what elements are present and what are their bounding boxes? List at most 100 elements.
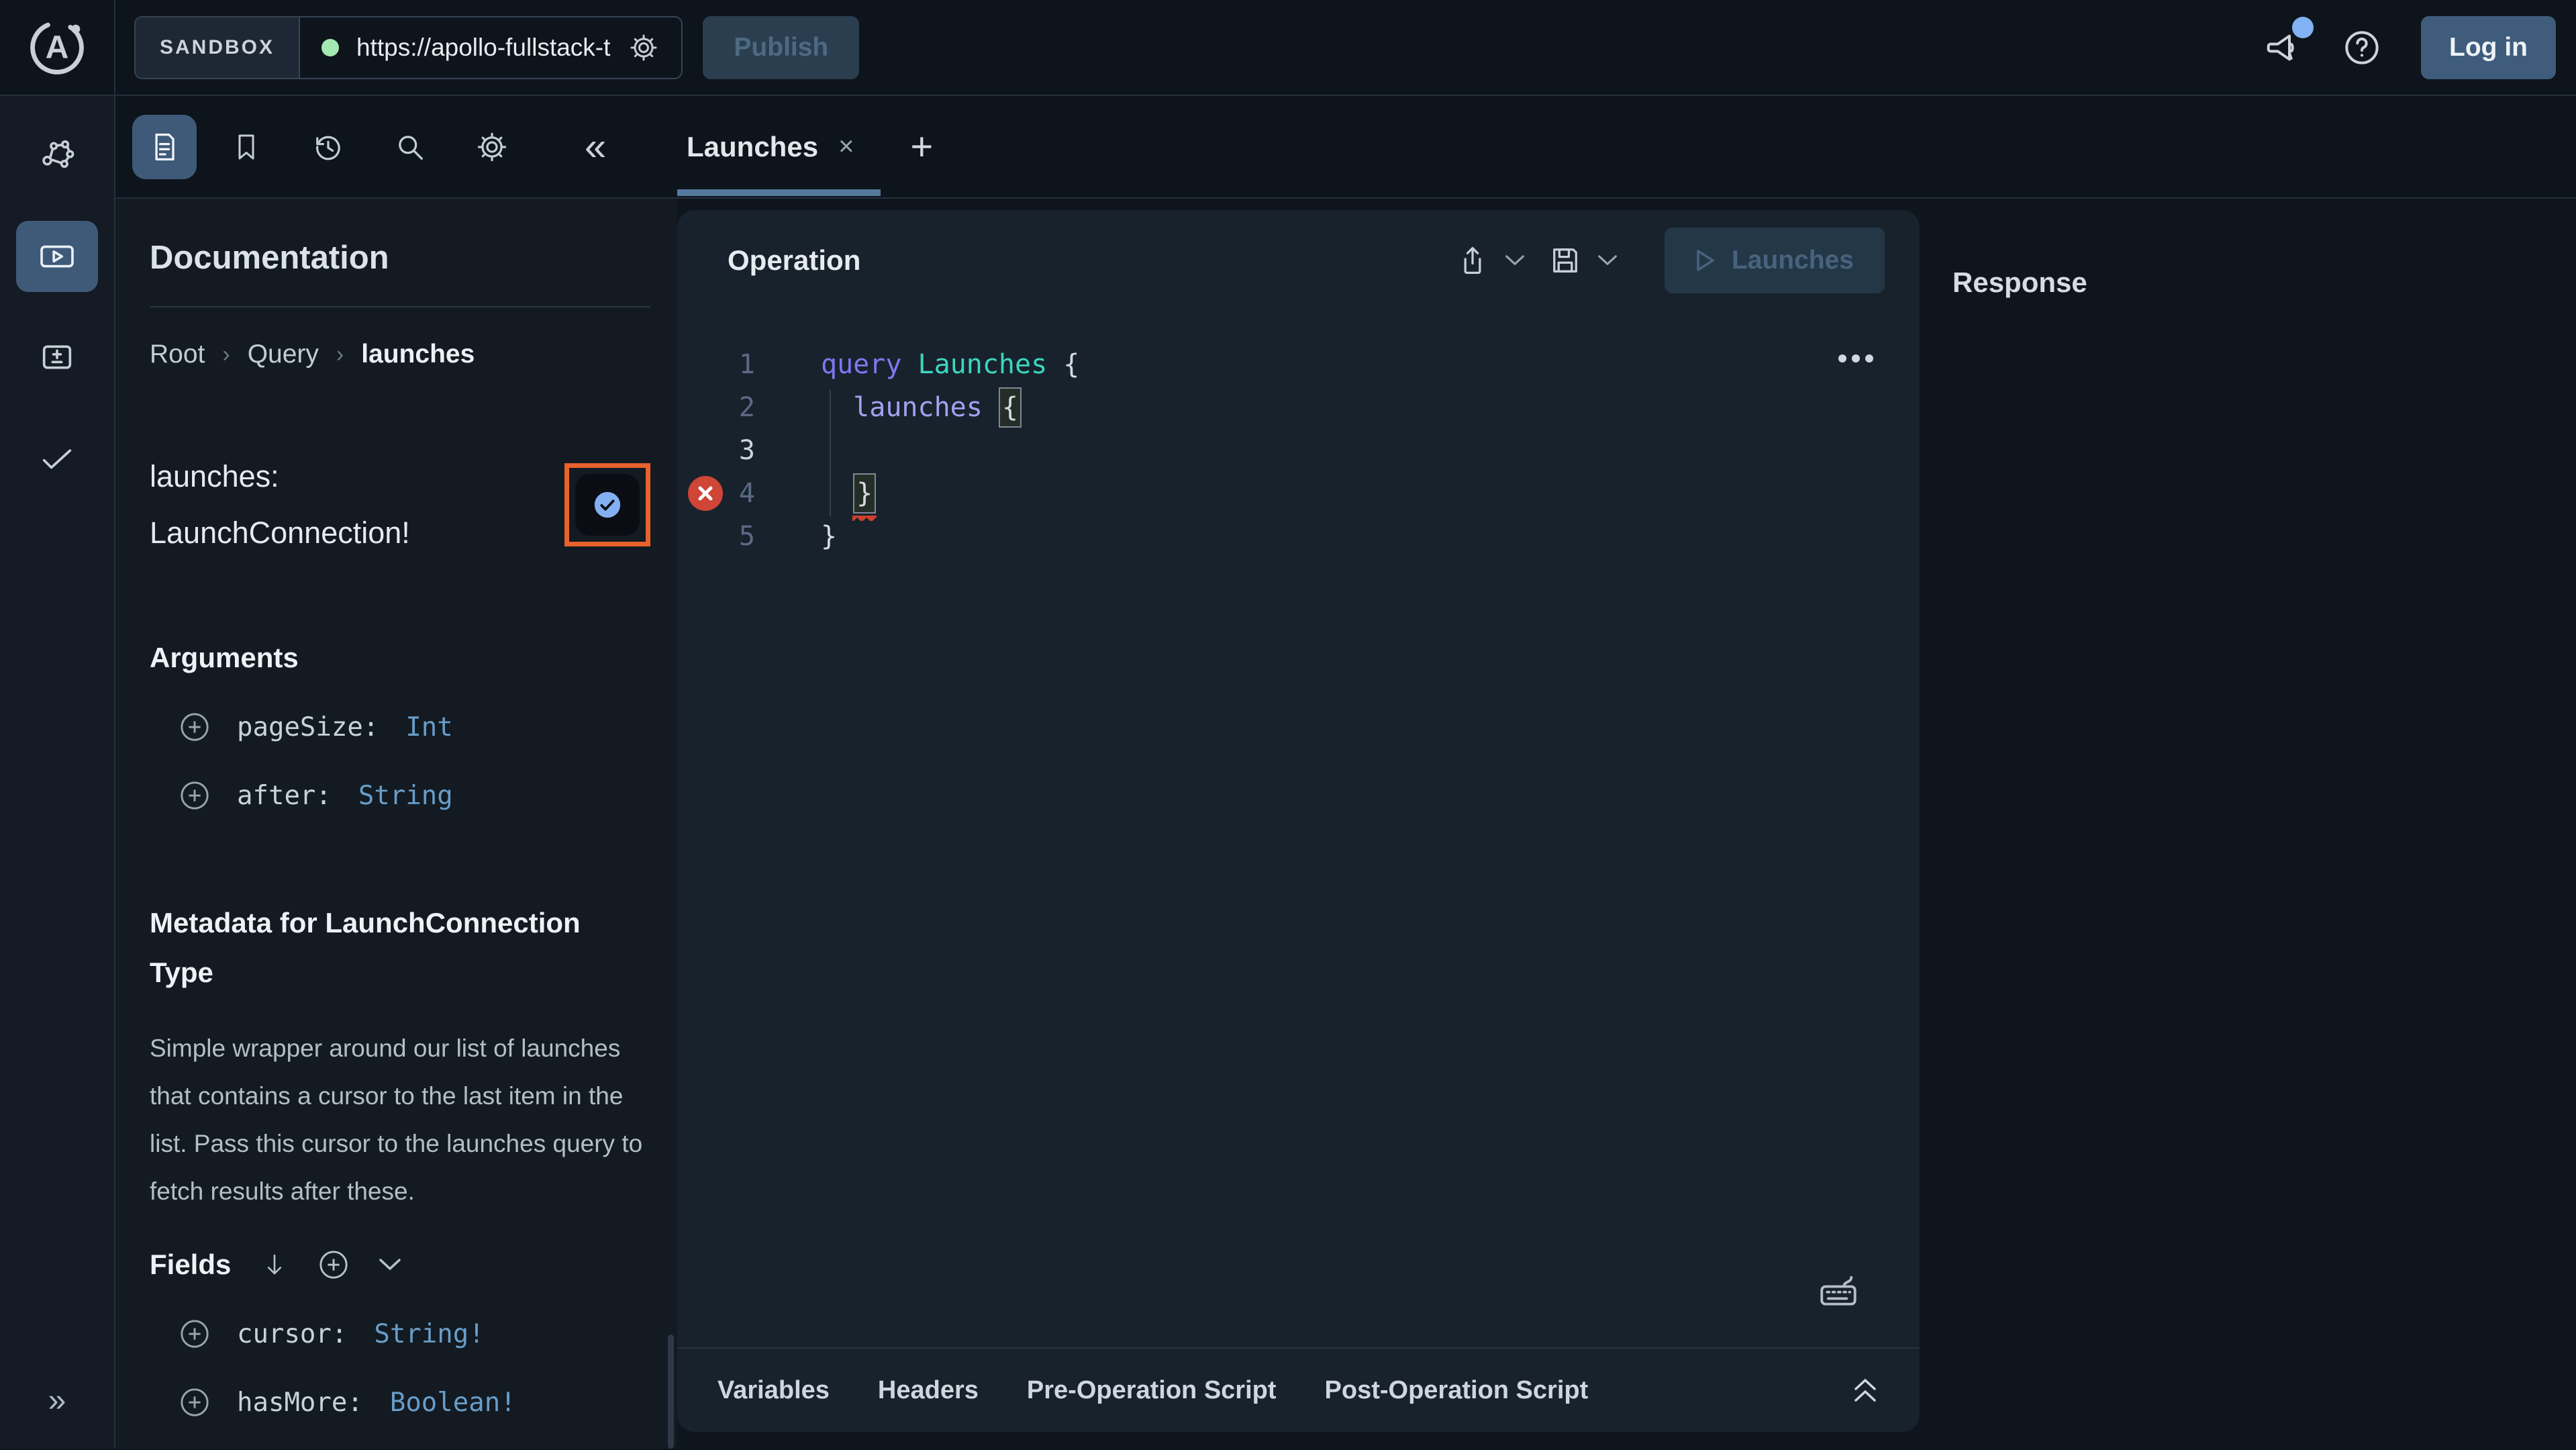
breadcrumb-item-query[interactable]: Query: [248, 340, 319, 369]
bookmark-icon: [230, 131, 262, 163]
connection-settings-icon[interactable]: [628, 32, 660, 64]
argument-type[interactable]: Int: [405, 712, 452, 742]
connection-status-dot: [321, 39, 339, 56]
footer-tab-post-operation-script[interactable]: Post-Operation Script: [1325, 1376, 1589, 1405]
login-button[interactable]: Log in: [2421, 16, 2556, 79]
save-operation-button[interactable]: [1548, 243, 1583, 278]
tab-launches[interactable]: Launches ×: [677, 96, 881, 197]
argument-row: pageSize: Int: [150, 712, 650, 742]
save-options-button[interactable]: [1597, 254, 1618, 267]
share-operation-button[interactable]: [1455, 243, 1490, 278]
gear-icon: [475, 130, 509, 164]
search-button[interactable]: [378, 115, 442, 179]
history-button[interactable]: [296, 115, 360, 179]
arrow-down-icon: [260, 1251, 289, 1279]
metadata-description: Simple wrapper around our list of launch…: [150, 1024, 650, 1215]
sandbox-badge[interactable]: SANDBOX: [136, 17, 300, 78]
breadcrumb-item-root[interactable]: Root: [150, 340, 205, 369]
tutorial-highlight-outline: [564, 463, 650, 546]
operation-panel: Operation: [677, 210, 1920, 1432]
code-line-4[interactable]: 4 }: [677, 472, 1920, 515]
code-lines: 1 query Launches { 2 launches { 3 4 }5}: [677, 343, 1920, 558]
sidebar-item-schema[interactable]: [16, 120, 98, 191]
collapse-fields-button[interactable]: [379, 1257, 401, 1272]
announcements-button[interactable]: [2260, 26, 2303, 69]
apollo-logo[interactable]: A: [0, 0, 115, 95]
sidebar-item-checks[interactable]: [16, 422, 98, 493]
operation-header: Operation: [677, 210, 1920, 311]
share-options-button[interactable]: [1505, 254, 1525, 267]
sort-fields-button[interactable]: [260, 1251, 289, 1279]
saved-operations-button[interactable]: [214, 115, 279, 179]
code-text: query Launches {: [821, 349, 1079, 380]
sidebar-item-diff[interactable]: [16, 322, 98, 393]
top-bar: A SANDBOX https://apollo-fullstack-t Pub…: [0, 0, 2576, 96]
history-icon: [311, 130, 346, 164]
divider: [150, 306, 650, 307]
arguments-list: pageSize: Int after: String: [150, 712, 650, 811]
add-all-fields-button[interactable]: [318, 1249, 349, 1280]
run-button-label: Launches: [1732, 246, 1854, 275]
footer-tab-pre-operation-script[interactable]: Pre-Operation Script: [1027, 1376, 1277, 1405]
expand-footer-button[interactable]: [1854, 1377, 1877, 1404]
argument-name: pageSize:: [237, 712, 379, 742]
footer-tabs: Variables Headers Pre-Operation Script Post…: [717, 1376, 1588, 1405]
documentation-title: Documentation: [150, 239, 650, 277]
circle-plus-icon[interactable]: [179, 712, 210, 742]
argument-type[interactable]: String: [358, 781, 453, 811]
add-tab-button[interactable]: +: [910, 124, 933, 169]
code-line-3[interactable]: 3: [677, 429, 1920, 472]
documentation-tab-button[interactable]: [132, 115, 197, 179]
topbar-right: Log in: [2260, 16, 2556, 79]
line-number: 3: [677, 435, 775, 466]
footer-tab-variables[interactable]: Variables: [717, 1376, 830, 1405]
sidebar-item-explorer[interactable]: [16, 221, 98, 292]
help-button[interactable]: [2340, 26, 2383, 69]
collapse-doc-panel-button[interactable]: «: [585, 124, 606, 169]
publish-button[interactable]: Publish: [703, 16, 859, 79]
endpoint-url-input[interactable]: https://apollo-fullstack-t: [356, 34, 610, 62]
more-options-icon: [1838, 354, 1874, 363]
expand-rail-button[interactable]: »: [48, 1382, 66, 1419]
breadcrumb-separator: ›: [336, 342, 344, 368]
code-line-2[interactable]: 2 launches {: [677, 386, 1920, 429]
field-type[interactable]: String!: [374, 1319, 484, 1349]
chevron-down-icon: [379, 1257, 401, 1272]
documentation-panel: Documentation Root›Query›launches launch…: [115, 199, 677, 1449]
add-field-to-operation-button[interactable]: [575, 474, 640, 536]
operation-editor[interactable]: 1 query Launches { 2 launches { 3 4 }5}: [677, 311, 1920, 1347]
code-text: launches {: [821, 387, 1022, 428]
circle-plus-icon[interactable]: [179, 1318, 210, 1349]
indent-guide: [830, 390, 831, 516]
close-tab-icon[interactable]: ×: [838, 132, 854, 162]
fields-heading-row: Fields: [150, 1249, 650, 1281]
error-icon: [688, 476, 723, 511]
field-type[interactable]: Boolean!: [390, 1388, 516, 1418]
argument-row: after: String: [150, 780, 650, 811]
fields-list: cursor: String! hasMore: Boolean!: [150, 1318, 650, 1418]
chevron-down-icon: [1505, 254, 1525, 267]
editor-menu-button[interactable]: [1838, 354, 1874, 363]
field-signature-row: launches: LaunchConnection!: [150, 448, 650, 561]
line-number: 1: [677, 349, 775, 380]
footer-tab-headers[interactable]: Headers: [878, 1376, 979, 1405]
keyboard-shortcuts-button[interactable]: [1816, 1268, 1861, 1312]
doc-panel-tools: «: [115, 115, 677, 179]
run-operation-button[interactable]: Launches: [1665, 228, 1885, 293]
fields-heading: Fields: [150, 1249, 231, 1281]
active-tab-underline: [677, 189, 881, 196]
code-text: }: [821, 521, 837, 552]
schema-graph-icon: [38, 136, 77, 175]
checks-icon: [38, 438, 77, 477]
response-title: Response: [1952, 267, 2576, 299]
doc-panel-scrollbar[interactable]: [668, 1335, 674, 1449]
circle-plus-icon[interactable]: [179, 780, 210, 811]
explorer-settings-button[interactable]: [460, 115, 524, 179]
schema-diff-icon: [38, 338, 77, 377]
code-line-5[interactable]: 5}: [677, 515, 1920, 558]
circle-plus-icon[interactable]: [179, 1387, 210, 1418]
tab-strip: Launches × +: [677, 96, 933, 197]
response-panel: Response: [1920, 199, 2576, 1449]
code-line-1[interactable]: 1 query Launches {: [677, 343, 1920, 386]
circle-plus-icon: [318, 1249, 349, 1280]
